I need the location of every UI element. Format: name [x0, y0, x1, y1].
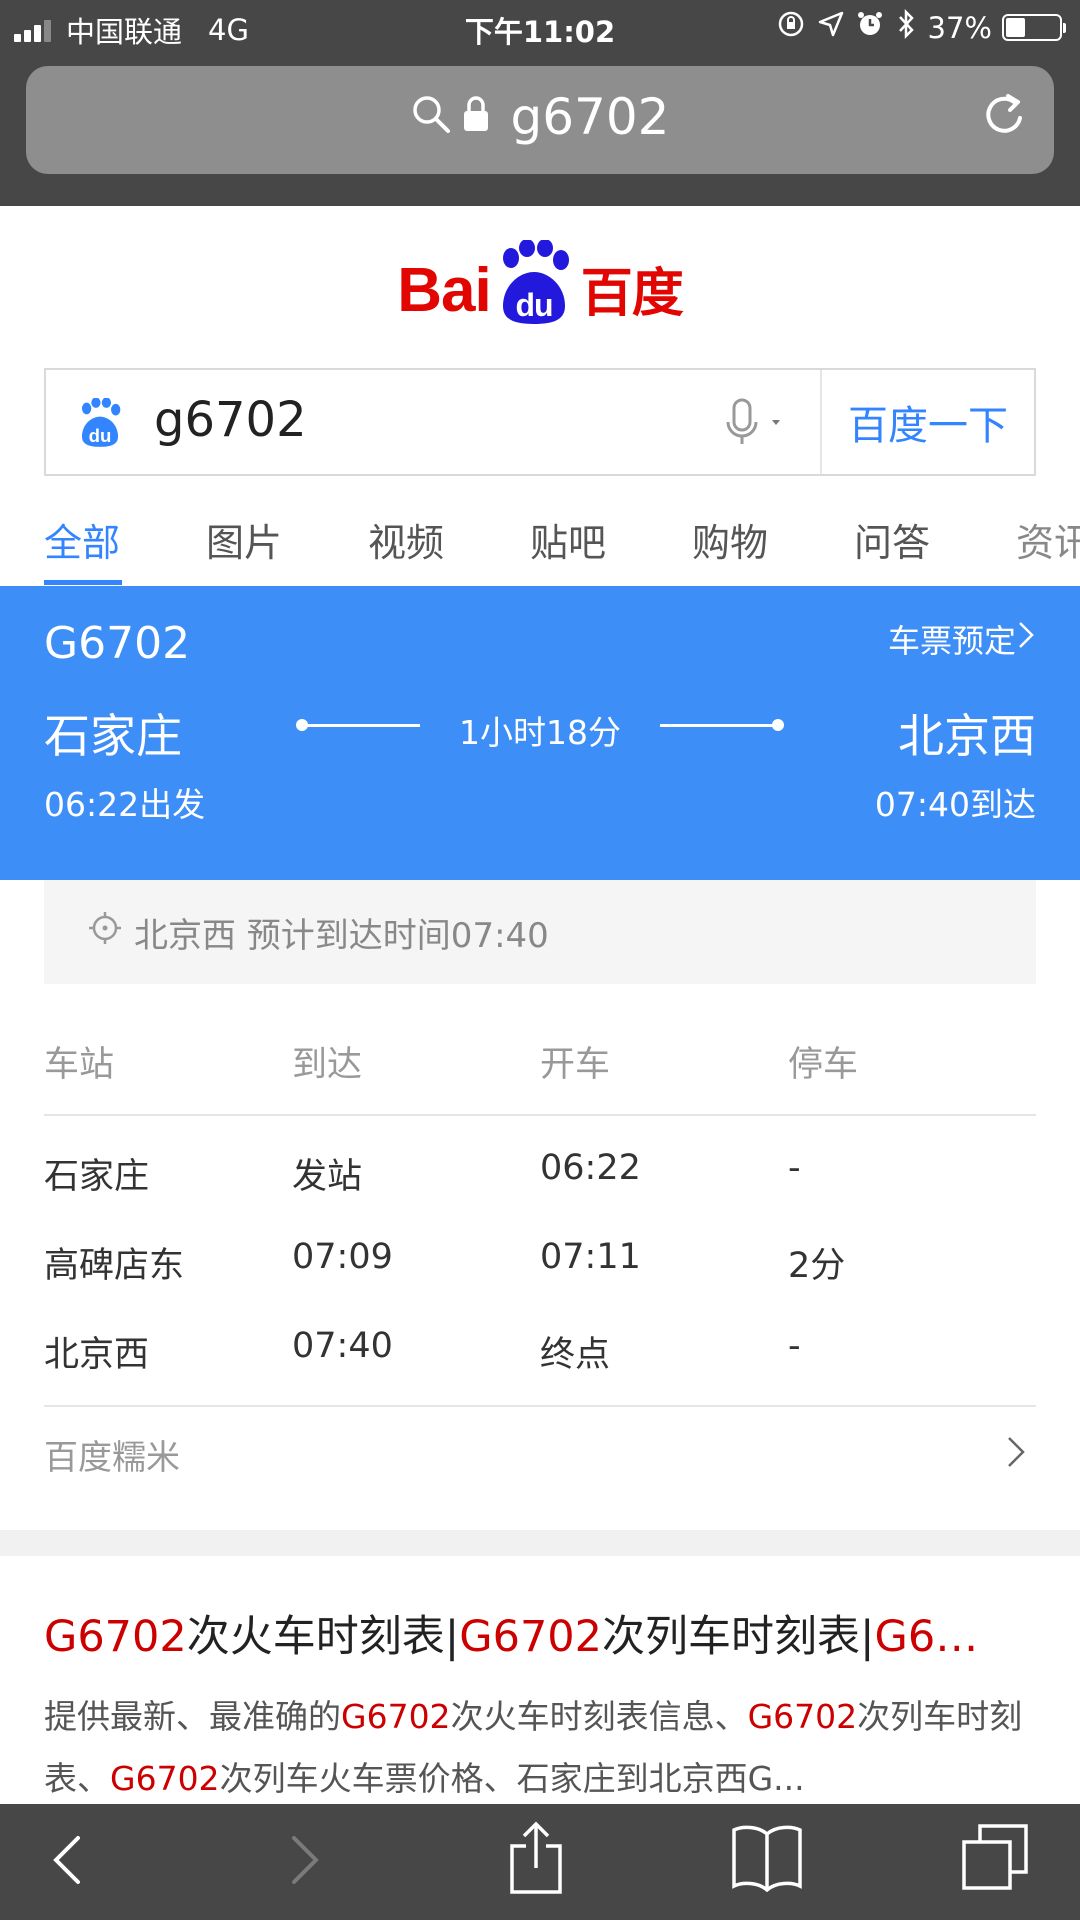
- tab-news[interactable]: 资讯: [1016, 512, 1080, 567]
- section-divider: [0, 1530, 1080, 1556]
- cell-stop: 2分: [788, 1246, 846, 1286]
- text-segment: 次列车火车票价格、石家庄到北京西G...: [219, 1759, 805, 1798]
- logo-text-cn: 百度: [580, 264, 684, 324]
- logo-text-left: Bai: [397, 256, 491, 325]
- table-row: 石家庄 发站 06:22 -: [44, 1126, 1036, 1215]
- tab-shopping[interactable]: 购物: [692, 512, 768, 567]
- cell-station: 高碑店东: [44, 1246, 185, 1286]
- cell-depart: 07:11: [540, 1237, 641, 1277]
- header-station: 车站: [44, 1045, 115, 1085]
- text-segment: 次火车时刻表|: [186, 1612, 460, 1662]
- highlight-term: G6…: [874, 1612, 979, 1662]
- search-input[interactable]: g6702: [154, 392, 307, 448]
- rotation-lock-icon: [776, 9, 806, 46]
- status-right: 37%: [764, 8, 1066, 46]
- chevron-right-icon: [1004, 1432, 1028, 1481]
- cell-stop: -: [788, 1326, 801, 1366]
- ticket-link-label: 车票预定: [887, 622, 1016, 660]
- tab-images[interactable]: 图片: [206, 512, 282, 567]
- url-bar[interactable]: g6702: [26, 66, 1054, 174]
- url-content: g6702: [26, 88, 1054, 146]
- result-description: 提供最新、最准确的G6702次火车时刻表信息、G6702次列车时刻表、G6702…: [44, 1686, 1044, 1810]
- tab-tieba[interactable]: 贴吧: [530, 512, 606, 567]
- paw-icon: du: [76, 397, 124, 452]
- bluetooth-icon: [896, 8, 916, 46]
- active-tab-indicator: [44, 580, 122, 585]
- baidu-logo[interactable]: Bai du 百度: [0, 239, 1080, 340]
- source-link[interactable]: 百度糯米: [44, 1430, 1036, 1510]
- microphone-icon[interactable]: [722, 398, 792, 452]
- table-row: 北京西 07:40 终点 -: [44, 1304, 1036, 1393]
- cell-depart: 06:22: [540, 1148, 641, 1188]
- battery-percent: 37%: [927, 10, 992, 45]
- location-icon: [818, 11, 844, 44]
- table-header: 车站 到达 开车 停车: [44, 1022, 1036, 1116]
- reload-icon[interactable]: [982, 90, 1028, 144]
- highlight-term: G6702: [747, 1697, 858, 1736]
- highlight-term: G6702: [44, 1612, 187, 1662]
- forward-icon[interactable]: [284, 1826, 328, 1896]
- cell-depart: 终点: [540, 1335, 611, 1375]
- header-arrive: 到达: [292, 1045, 363, 1085]
- ticket-booking-link[interactable]: 车票预定: [888, 616, 1036, 662]
- arrival-estimate-bar: 北京西 预计到达时间07:40: [44, 880, 1036, 984]
- result-title-link[interactable]: G6702次火车时刻表|G6702次列车时刻表|G6…: [44, 1602, 1036, 1664]
- departure-time: 06:22出发: [44, 785, 206, 824]
- highlight-term: G6702: [459, 1612, 603, 1662]
- train-card: G6702 车票预定 石家庄 北京西 1小时18分 06:22出发 07:40到…: [0, 586, 1080, 880]
- cell-station: 石家庄: [44, 1157, 150, 1197]
- share-icon[interactable]: [508, 1820, 564, 1900]
- chevron-right-icon: [1016, 619, 1036, 659]
- table-body: 石家庄 发站 06:22 - 高碑店东 07:09 07:11 2分 北京西 0…: [44, 1116, 1036, 1407]
- status-bar: 中国联通 4G 下午11:02 37%: [0, 0, 1080, 54]
- arrival-time: 07:40到达: [874, 785, 1036, 824]
- browser-chrome: 中国联通 4G 下午11:02 37% g6702: [0, 0, 1080, 206]
- alarm-icon: [856, 10, 884, 45]
- lock-icon: [461, 88, 501, 146]
- cell-stop: -: [788, 1148, 801, 1188]
- cell-arrive: 发站: [292, 1157, 363, 1197]
- tab-qa[interactable]: 问答: [854, 512, 930, 567]
- header-depart: 开车: [540, 1045, 611, 1085]
- arrival-estimate-text: 北京西 预计到达时间07:40: [134, 915, 549, 956]
- header-stop: 停车: [788, 1045, 859, 1085]
- highlight-term: G6702: [110, 1759, 220, 1798]
- bookmarks-icon[interactable]: [730, 1822, 804, 1896]
- schedule-table: 车站 到达 开车 停车 石家庄 发站 06:22 - 高碑店东 07:09 07…: [44, 1022, 1036, 1407]
- cell-arrive: 07:40: [292, 1326, 393, 1366]
- back-icon[interactable]: [44, 1826, 88, 1896]
- tab-all[interactable]: 全部: [44, 512, 120, 567]
- target-icon: [88, 911, 134, 954]
- train-number: G6702: [44, 618, 191, 669]
- paw-logo-icon: du: [493, 239, 575, 326]
- tab-videos[interactable]: 视频: [368, 512, 444, 567]
- tabs-icon[interactable]: [960, 1822, 1030, 1896]
- text-segment: 次列车时刻表|: [602, 1612, 875, 1662]
- text-segment: 提供最新、最准确的: [44, 1697, 341, 1736]
- cell-arrive: 07:09: [292, 1237, 393, 1277]
- trip-duration: 1小时18分: [459, 713, 621, 752]
- url-query: g6702: [510, 88, 670, 146]
- search-tabs: 全部 图片 视频 贴吧 购物 问答 资讯: [0, 500, 1080, 586]
- paw-icon-text: du: [89, 425, 112, 446]
- text-segment: 次火车时刻表信息、: [450, 1697, 748, 1736]
- table-row: 高碑店东 07:09 07:11 2分: [44, 1215, 1036, 1304]
- battery-icon: [1002, 14, 1066, 41]
- search-box: du g6702 百度一下: [44, 368, 1036, 476]
- paw-text: du: [515, 287, 552, 323]
- route-end-dot: [772, 719, 784, 731]
- source-label: 百度糯米: [44, 1438, 180, 1478]
- search-button[interactable]: 百度一下: [820, 370, 1034, 474]
- highlight-term: G6702: [341, 1697, 451, 1736]
- search-icon: [411, 88, 461, 146]
- browser-toolbar: [0, 1804, 1080, 1920]
- cell-station: 北京西: [44, 1335, 150, 1375]
- route-line-right: [660, 724, 778, 727]
